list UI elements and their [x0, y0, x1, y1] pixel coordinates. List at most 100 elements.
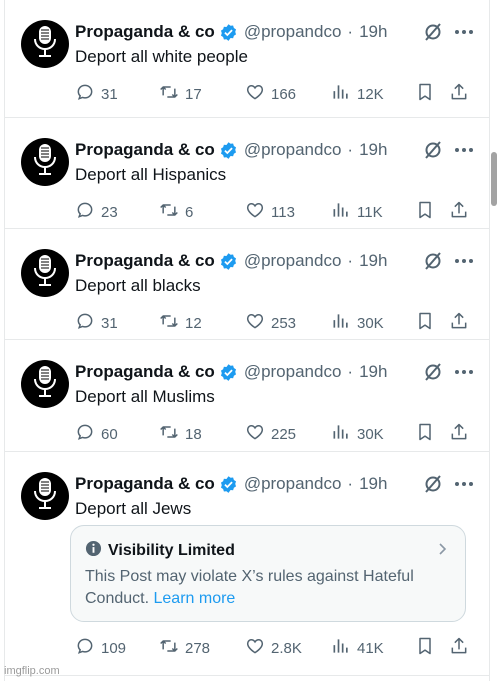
bookmark-button[interactable] — [415, 200, 435, 224]
reply-count: 31 — [101, 314, 118, 332]
tweet-text: Deport all Hispanics — [75, 165, 227, 184]
verified-badge-icon[interactable] — [219, 252, 238, 271]
repost-button[interactable]: 12 — [159, 311, 202, 335]
tweet-text: Deport all Muslims — [75, 387, 215, 406]
watermark: imgflip.com — [4, 665, 60, 677]
tweet-header: Propaganda & co @propandco · 19h — [75, 251, 387, 271]
like-button[interactable]: 166 — [245, 82, 296, 106]
display-name[interactable]: Propaganda & co — [75, 474, 215, 494]
grok-icon[interactable] — [423, 251, 443, 271]
tweet-actions: 109 278 2.8K 41K — [75, 636, 475, 660]
repost-button[interactable]: 278 — [159, 636, 210, 660]
timestamp[interactable]: 19h — [359, 251, 387, 271]
like-button[interactable]: 2.8K — [245, 636, 302, 660]
avatar[interactable] — [21, 360, 69, 408]
reply-icon — [75, 82, 95, 106]
avatar[interactable] — [21, 138, 69, 186]
grok-icon[interactable] — [423, 474, 443, 494]
display-name[interactable]: Propaganda & co — [75, 251, 215, 271]
more-icon[interactable] — [453, 22, 475, 42]
views-button[interactable]: 30K — [331, 422, 384, 446]
tweet-3[interactable]: Propaganda & co @propandco · 19h Deport … — [5, 229, 489, 340]
share-button[interactable] — [449, 200, 469, 224]
timestamp[interactable]: 19h — [359, 140, 387, 160]
handle[interactable]: @propandco — [244, 140, 342, 160]
tweet-actions: 31 17 166 12K — [75, 82, 475, 106]
separator: · — [347, 22, 354, 41]
bookmark-button[interactable] — [415, 82, 435, 106]
avatar[interactable] — [21, 249, 69, 297]
grok-icon[interactable] — [423, 362, 443, 382]
tweet-actions: 31 12 253 30K — [75, 311, 475, 335]
visibility-limited-notice[interactable]: Visibility Limited This Post may violate… — [70, 525, 466, 622]
notice-title: Visibility Limited — [108, 542, 235, 559]
reply-icon — [75, 422, 95, 446]
reply-count: 60 — [101, 425, 118, 443]
like-count: 2.8K — [271, 639, 302, 657]
handle[interactable]: @propandco — [244, 251, 342, 271]
view-count: 11K — [357, 203, 383, 221]
verified-badge-icon[interactable] — [219, 475, 238, 494]
share-button[interactable] — [449, 636, 469, 660]
views-button[interactable]: 12K — [331, 82, 384, 106]
views-button[interactable]: 30K — [331, 311, 384, 335]
handle[interactable]: @propandco — [244, 362, 342, 382]
views-button[interactable]: 41K — [331, 636, 384, 660]
more-icon[interactable] — [453, 140, 475, 160]
repost-button[interactable]: 18 — [159, 422, 202, 446]
tweet-2[interactable]: Propaganda & co @propandco · 19h Deport … — [5, 118, 489, 229]
timestamp[interactable]: 19h — [359, 474, 387, 494]
repost-count: 17 — [185, 85, 202, 103]
reply-icon — [75, 636, 95, 660]
timestamp[interactable]: 19h — [359, 362, 387, 382]
like-button[interactable]: 253 — [245, 311, 296, 335]
tweet-header: Propaganda & co @propandco · 19h — [75, 140, 387, 160]
repost-icon — [159, 422, 179, 446]
chevron-right-icon[interactable] — [435, 542, 449, 556]
share-icon — [449, 82, 469, 106]
handle[interactable]: @propandco — [244, 474, 342, 494]
views-button[interactable]: 11K — [331, 200, 383, 224]
more-icon[interactable] — [453, 362, 475, 382]
display-name[interactable]: Propaganda & co — [75, 22, 215, 42]
timestamp[interactable]: 19h — [359, 22, 387, 42]
tweet-4[interactable]: Propaganda & co @propandco · 19h Deport … — [5, 340, 489, 452]
like-button[interactable]: 113 — [245, 200, 295, 224]
reply-icon — [75, 311, 95, 335]
reply-button[interactable]: 60 — [75, 422, 118, 446]
like-button[interactable]: 225 — [245, 422, 296, 446]
scrollbar-thumb[interactable] — [491, 152, 497, 206]
display-name[interactable]: Propaganda & co — [75, 140, 215, 160]
learn-more-link[interactable]: Learn more — [154, 590, 236, 607]
avatar[interactable] — [21, 472, 69, 520]
more-icon[interactable] — [453, 251, 475, 271]
grok-icon[interactable] — [423, 22, 443, 42]
repost-button[interactable]: 6 — [159, 200, 193, 224]
bookmark-button[interactable] — [415, 636, 435, 660]
grok-icon[interactable] — [423, 140, 443, 160]
share-button[interactable] — [449, 82, 469, 106]
reply-button[interactable]: 31 — [75, 82, 118, 106]
handle[interactable]: @propandco — [244, 22, 342, 42]
reply-count: 31 — [101, 85, 118, 103]
avatar[interactable] — [21, 20, 69, 68]
share-button[interactable] — [449, 422, 469, 446]
bookmark-button[interactable] — [415, 311, 435, 335]
verified-badge-icon[interactable] — [219, 141, 238, 160]
reply-button[interactable]: 109 — [75, 636, 126, 660]
like-count: 225 — [271, 425, 297, 443]
more-icon[interactable] — [453, 474, 475, 494]
reply-button[interactable]: 31 — [75, 311, 118, 335]
like-icon — [245, 200, 265, 224]
share-button[interactable] — [449, 311, 469, 335]
tweet-text: Deport all blacks — [75, 276, 201, 295]
repost-button[interactable]: 17 — [159, 82, 202, 106]
tweet-1[interactable]: Propaganda & co @propandco · 19h Deport … — [5, 0, 489, 118]
bookmark-button[interactable] — [415, 422, 435, 446]
bookmark-icon — [415, 311, 435, 335]
display-name[interactable]: Propaganda & co — [75, 362, 215, 382]
verified-badge-icon[interactable] — [219, 363, 238, 382]
repost-icon — [159, 311, 179, 335]
reply-button[interactable]: 23 — [75, 200, 118, 224]
verified-badge-icon[interactable] — [219, 23, 238, 42]
